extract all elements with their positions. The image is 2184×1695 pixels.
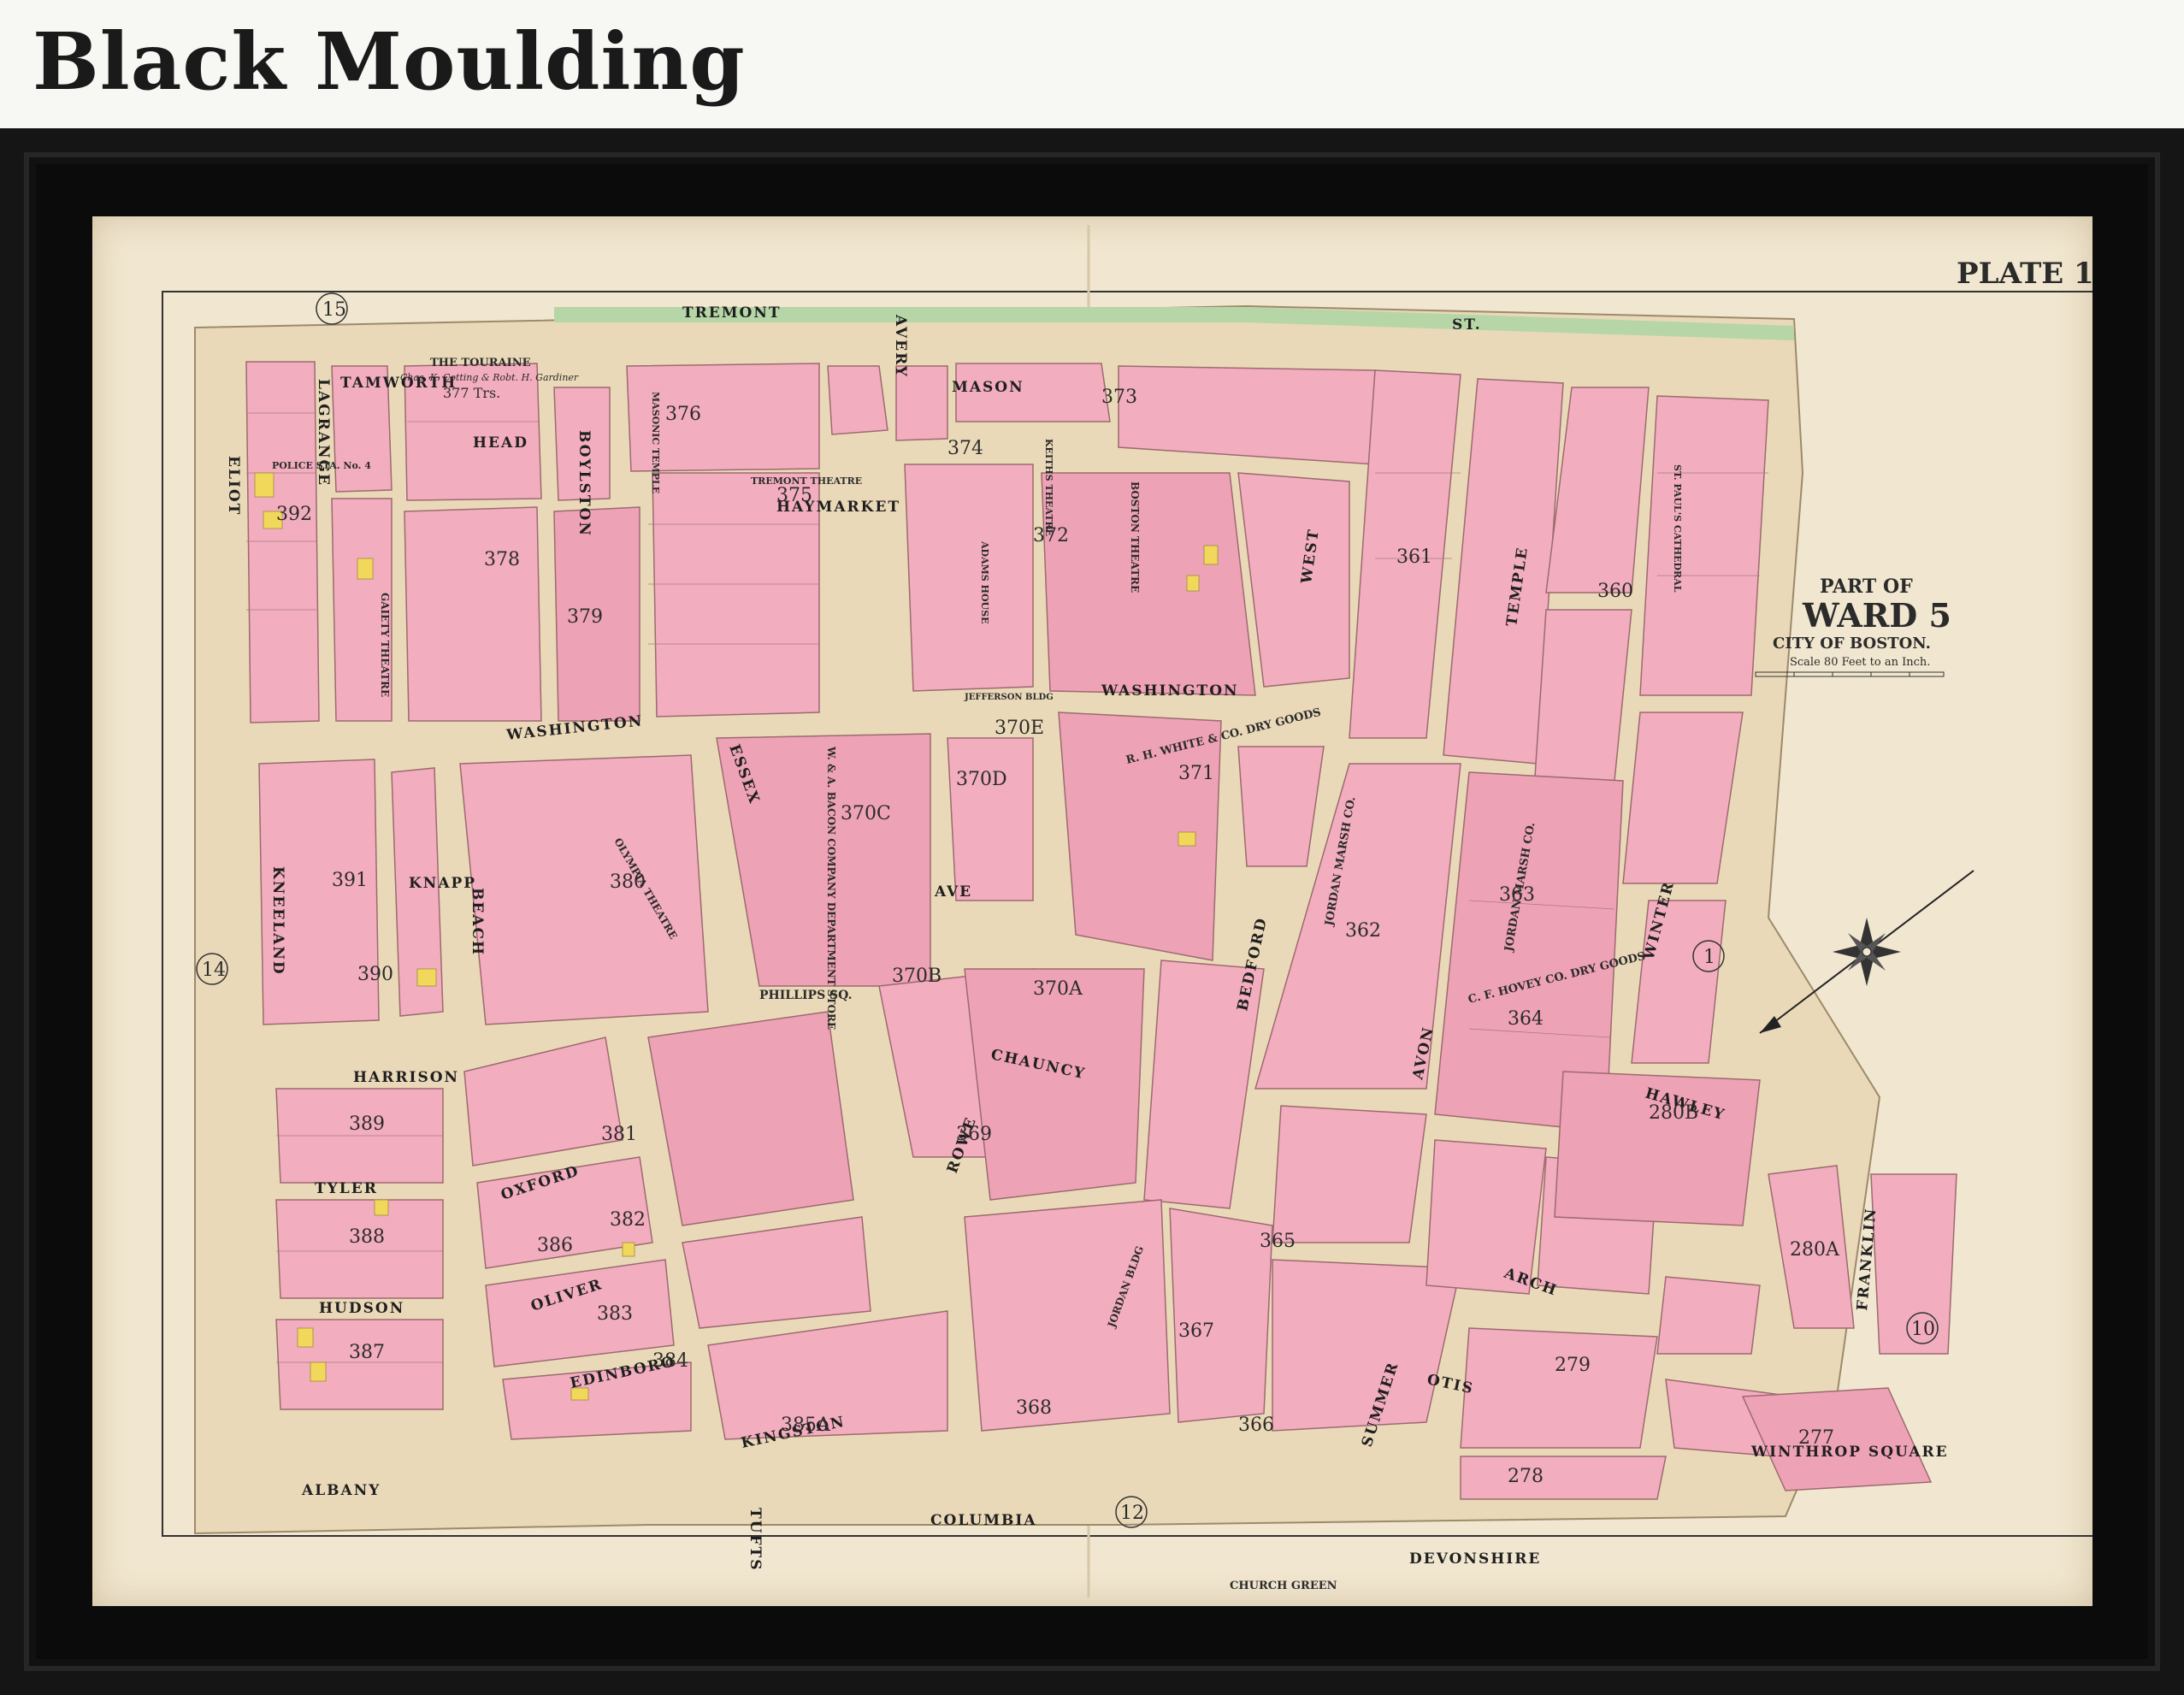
- svg-text:ADAMS HOUSE: ADAMS HOUSE: [979, 540, 990, 623]
- svg-text:MASONIC TEMPLE: MASONIC TEMPLE: [650, 392, 661, 493]
- svg-text:392: 392: [276, 504, 312, 525]
- plate-label: PLATE 11: [1957, 257, 2093, 291]
- svg-text:366: 366: [1238, 1414, 1274, 1436]
- svg-text:387: 387: [349, 1342, 385, 1363]
- svg-text:374: 374: [947, 438, 983, 459]
- page-header: Black Moulding: [0, 0, 2184, 128]
- svg-text:ELIOT: ELIOT: [225, 456, 242, 516]
- svg-text:368: 368: [1016, 1397, 1052, 1419]
- svg-text:375: 375: [776, 485, 812, 506]
- svg-text:1: 1: [1703, 947, 1715, 968]
- svg-text:278: 278: [1508, 1466, 1544, 1487]
- svg-text:BOYLSTON: BOYLSTON: [576, 430, 593, 537]
- svg-text:360: 360: [1597, 581, 1633, 602]
- svg-text:371: 371: [1178, 763, 1214, 784]
- svg-text:10: 10: [1911, 1319, 1935, 1340]
- svg-text:373: 373: [1101, 387, 1137, 408]
- svg-text:279: 279: [1555, 1355, 1591, 1376]
- svg-text:DEVONSHIRE: DEVONSHIRE: [1409, 1550, 1541, 1568]
- svg-text:280A: 280A: [1790, 1239, 1840, 1261]
- svg-text:384: 384: [652, 1350, 688, 1372]
- svg-text:TREMONT: TREMONT: [682, 304, 782, 322]
- svg-text:WARD 5: WARD 5: [1802, 596, 1951, 635]
- svg-text:385A: 385A: [781, 1414, 831, 1436]
- svg-text:AVERY: AVERY: [892, 314, 909, 378]
- svg-text:TYLER: TYLER: [315, 1180, 378, 1197]
- svg-text:BEACH: BEACH: [469, 888, 486, 956]
- svg-text:378: 378: [484, 549, 520, 570]
- svg-text:391: 391: [332, 870, 368, 891]
- svg-text:BOSTON THEATRE: BOSTON THEATRE: [1129, 481, 1141, 593]
- svg-text:383: 383: [597, 1303, 633, 1325]
- svg-text:362: 362: [1345, 920, 1381, 942]
- svg-text:15: 15: [322, 299, 346, 321]
- svg-text:WASHINGTON: WASHINGTON: [1101, 682, 1239, 700]
- svg-text:POLICE STA. No. 4: POLICE STA. No. 4: [272, 460, 371, 471]
- svg-text:14: 14: [202, 960, 226, 981]
- svg-text:Chas. K. Cotting & Robt. H. Ga: Chas. K. Cotting & Robt. H. Gardiner: [400, 372, 579, 383]
- svg-text:CITY OF BOSTON.: CITY OF BOSTON.: [1773, 635, 1931, 653]
- svg-text:377 Trs.: 377 Trs.: [443, 385, 500, 401]
- svg-text:WINTHROP SQUARE: WINTHROP SQUARE: [1750, 1444, 1949, 1461]
- svg-text:379: 379: [567, 606, 603, 628]
- svg-text:370B: 370B: [892, 966, 941, 987]
- svg-text:386: 386: [537, 1235, 573, 1256]
- city-blocks: [245, 361, 1957, 1500]
- svg-text:364: 364: [1508, 1008, 1544, 1030]
- svg-text:389: 389: [349, 1113, 385, 1135]
- svg-text:COLUMBIA: COLUMBIA: [930, 1512, 1037, 1529]
- svg-text:ST. PAUL'S CATHEDRAL: ST. PAUL'S CATHEDRAL: [1672, 464, 1683, 593]
- svg-text:KNAPP: KNAPP: [409, 875, 476, 892]
- svg-text:367: 367: [1178, 1320, 1214, 1342]
- svg-text:370A: 370A: [1033, 978, 1083, 1000]
- svg-text:370D: 370D: [956, 769, 1007, 790]
- svg-text:PART OF: PART OF: [1820, 576, 1913, 598]
- svg-text:12: 12: [1120, 1503, 1144, 1524]
- svg-text:280B: 280B: [1649, 1102, 1698, 1124]
- svg-text:AVE: AVE: [934, 883, 972, 901]
- svg-text:W. & A. BACON COMPANY DEPARTME: W. & A. BACON COMPANY DEPARTMENT STORE: [825, 746, 837, 1030]
- svg-text:KEITHS THEATRE: KEITHS THEATRE: [1043, 439, 1054, 536]
- boston-ward-map: PLATE 11: [162, 225, 2093, 1598]
- svg-text:382: 382: [610, 1209, 646, 1231]
- svg-text:JEFFERSON BLDG: JEFFERSON BLDG: [964, 693, 1054, 702]
- svg-text:HUDSON: HUDSON: [319, 1300, 404, 1317]
- compass-rose-icon: [1759, 870, 1974, 1034]
- svg-text:277: 277: [1798, 1427, 1834, 1449]
- svg-text:TUFTS: TUFTS: [747, 1508, 764, 1571]
- svg-text:HEAD: HEAD: [473, 434, 528, 452]
- svg-text:372: 372: [1033, 525, 1069, 546]
- svg-text:361: 361: [1396, 546, 1432, 568]
- svg-text:370C: 370C: [841, 803, 891, 824]
- svg-text:HARRISON: HARRISON: [353, 1069, 459, 1086]
- moulding-title: Black Moulding: [32, 15, 746, 108]
- svg-text:GAIETY THEATRE: GAIETY THEATRE: [379, 593, 391, 697]
- svg-text:365: 365: [1260, 1231, 1296, 1252]
- svg-text:PHILLIPS SQ.: PHILLIPS SQ.: [759, 989, 853, 1002]
- svg-text:ALBANY: ALBANY: [301, 1482, 381, 1499]
- svg-text:388: 388: [349, 1226, 385, 1248]
- svg-text:Scale 80 Feet to an Inch.: Scale 80 Feet to an Inch.: [1790, 656, 1930, 669]
- svg-text:380: 380: [610, 871, 646, 893]
- svg-text:THE TOURAINE: THE TOURAINE: [430, 357, 531, 369]
- svg-text:MASON: MASON: [952, 379, 1024, 396]
- svg-text:KNEELAND: KNEELAND: [269, 866, 286, 976]
- svg-text:390: 390: [357, 964, 393, 985]
- svg-text:CHURCH GREEN: CHURCH GREEN: [1230, 1580, 1337, 1592]
- svg-text:ST.: ST.: [1452, 316, 1482, 334]
- svg-text:363: 363: [1499, 884, 1535, 906]
- svg-text:369: 369: [956, 1124, 992, 1145]
- svg-text:381: 381: [601, 1124, 637, 1145]
- svg-text:370E: 370E: [995, 718, 1044, 739]
- svg-text:376: 376: [665, 404, 701, 425]
